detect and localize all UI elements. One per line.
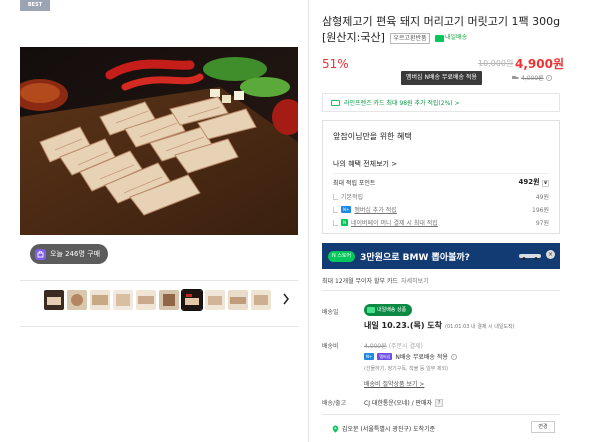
discount-rate: 51%	[322, 57, 349, 71]
benefit-item-value: 196원	[532, 207, 549, 214]
free-shipping-row: N+ 멤버십 N배송 무료배송 적용 i	[364, 352, 457, 361]
thumbnail[interactable]	[205, 290, 225, 310]
installment-text: 최대 12개월 무이자 할부 카드	[322, 278, 398, 285]
max-points-value[interactable]: 492원 ∨	[518, 177, 549, 187]
thumbnail-selected[interactable]	[181, 289, 203, 311]
carrier-value: CJ 대한통운(오네) / 판매자	[364, 400, 433, 407]
benefit-item[interactable]: N+ 멤버십 추가 적립	[333, 205, 397, 214]
thumbnail-next-icon[interactable]	[282, 293, 290, 305]
delivery-badge: 내일배송 상품	[364, 304, 413, 316]
tree-connector-icon	[333, 206, 338, 213]
naverpay-badge-icon: N	[341, 219, 348, 226]
best-badge: BEST	[20, 0, 50, 11]
ad-text: 3만원으로 BMW 뽑아볼까?	[360, 252, 470, 263]
shipping-saving-link-text: 배송비 절약상품 보기	[364, 381, 418, 388]
product-photo	[20, 47, 298, 235]
shipping-fee-amount: 4,000원	[364, 343, 387, 350]
info-icon[interactable]: i	[450, 353, 457, 360]
change-location-button[interactable]: 변경	[531, 421, 555, 433]
card-promo-banner[interactable]: 라인프렌즈 카드 최대 98원 추가 적립(2%) >	[322, 93, 560, 112]
membership-badge-icon: 멤버십	[377, 353, 393, 360]
membership-tooltip: 멤버십 N배송 무료배송 적용	[401, 71, 482, 85]
shipping-fee: 4,000원 (주문시 결제)	[364, 341, 423, 350]
thumbnail[interactable]	[136, 290, 156, 310]
help-icon[interactable]: ?	[435, 398, 444, 407]
benefit-item-value: 97원	[535, 220, 549, 227]
divider	[322, 290, 560, 291]
membership-price-row: 4,000원 i	[512, 73, 552, 82]
thumbnail[interactable]	[251, 290, 271, 310]
original-price: 10,000원	[478, 59, 514, 68]
delivery-tag-text: 내일배송	[445, 34, 468, 41]
today-sold-text: 오늘 246명 구매	[50, 250, 101, 258]
free-shipping-text: N배송 무료배송 적용	[395, 354, 448, 361]
benefit-item[interactable]: N 네이버페이 머니 결제 시 최대 적립	[333, 218, 438, 227]
delivery-date-text: 내일 10.23.(목) 도착	[364, 321, 443, 330]
installment-more-link[interactable]: 자세히보기	[401, 278, 429, 285]
product-title: 삼형제고기 편육 돼지 머리고기 머릿고기 1팩 300g [원산지:국산] 우…	[322, 14, 567, 46]
benefit-view-all-link[interactable]: 나의 혜택 전체보기 >	[333, 159, 397, 169]
thumbnail-strip	[44, 289, 271, 311]
delivery-badge-text: 내일배송 상품	[377, 307, 407, 313]
close-icon[interactable]: ×	[546, 250, 555, 259]
benefit-item-label[interactable]: 멤버십 추가 적립	[354, 205, 396, 214]
today-sold-badge: 오늘 246명 구매	[30, 244, 109, 264]
nplus-badge-icon: N+	[341, 206, 352, 213]
installment-info: 최대 12개월 무이자 할부 카드 자세히보기	[322, 276, 429, 285]
membership-original-price: 4,000원	[521, 75, 544, 82]
benefit-title: 앞잡이님만을 위한 혜택	[333, 132, 412, 141]
naver-delivery-icon	[367, 307, 375, 313]
max-points-amount: 492원	[518, 178, 540, 186]
credit-card-icon	[331, 99, 340, 106]
thumbnail[interactable]	[90, 290, 110, 310]
shipping-saving-link[interactable]: 배송비 절약상품 보기 >	[364, 379, 424, 388]
delivery-tag: 내일배송	[435, 30, 467, 46]
main-product-image[interactable]	[20, 47, 298, 235]
location-pin-icon	[332, 425, 339, 433]
delivery-label: 배송일	[322, 309, 339, 316]
thumbnail[interactable]	[159, 290, 179, 310]
delivery-location: 김오문 (서울특별시 광진구) 도착기준	[332, 424, 435, 433]
delivery-date: 내일 10.23.(목) 도착 (01:01:03 내 결제 시 내일도착)	[364, 320, 515, 331]
carrier-label: 배송/출고	[322, 400, 347, 407]
benefit-item-label: 기본적립	[341, 194, 364, 201]
gallery-divider	[20, 280, 298, 281]
delivery-location-text: 김오문 (서울특별시 광진구) 도착기준	[342, 426, 436, 433]
benefit-box: 앞잡이님만을 위한 혜택 나의 혜택 전체보기 > 최대 적립 포인트 492원…	[322, 120, 560, 234]
guarantee-tag: 우르고환반품	[390, 32, 430, 44]
tree-connector-icon	[333, 193, 338, 200]
divider	[322, 414, 560, 415]
expand-icon[interactable]: ∨	[542, 180, 549, 187]
car-icon	[519, 254, 541, 260]
gallery-bottom-divider	[20, 326, 298, 327]
nplus-badge-icon: N+	[364, 353, 375, 360]
thumbnail[interactable]	[67, 290, 87, 310]
sale-price: 4,900원	[515, 57, 564, 71]
store-pill: N 스토어	[328, 250, 356, 262]
info-icon[interactable]: i	[545, 74, 552, 81]
thumbnail[interactable]	[113, 290, 133, 310]
naver-delivery-icon	[435, 34, 445, 42]
max-points-label: 최대 적립 포인트	[333, 180, 376, 187]
carrier-info: CJ 대한통운(오네) / 판매자 ?	[364, 398, 444, 407]
benefit-item-label[interactable]: 네이버페이 머니 결제 시 최대 적립	[351, 218, 438, 227]
divider	[333, 173, 549, 174]
delivery-note: (01:01:03 내 결제 시 내일도착)	[445, 324, 515, 330]
ad-banner[interactable]: N 스토어 3만원으로 BMW 뽑아볼까? ×	[322, 243, 560, 269]
shipping-fee-condition: (주문시 결제)	[388, 343, 423, 350]
free-shipping-exclusion: (선물하기, 정기구독, 착불 등 일부 제외)	[364, 366, 449, 372]
thumbnail[interactable]	[44, 290, 64, 310]
benefit-item: 기본적립	[333, 192, 363, 201]
tree-connector-icon	[333, 219, 338, 226]
shopping-bag-icon	[35, 248, 46, 260]
card-promo-text: 라인프렌즈 카드 최대 98원 추가 적립(2%) >	[344, 100, 460, 107]
benefit-item-value: 49원	[535, 194, 549, 201]
thumbnail[interactable]	[228, 290, 248, 310]
shipping-fee-label: 배송비	[322, 343, 339, 350]
truck-icon	[512, 75, 519, 79]
